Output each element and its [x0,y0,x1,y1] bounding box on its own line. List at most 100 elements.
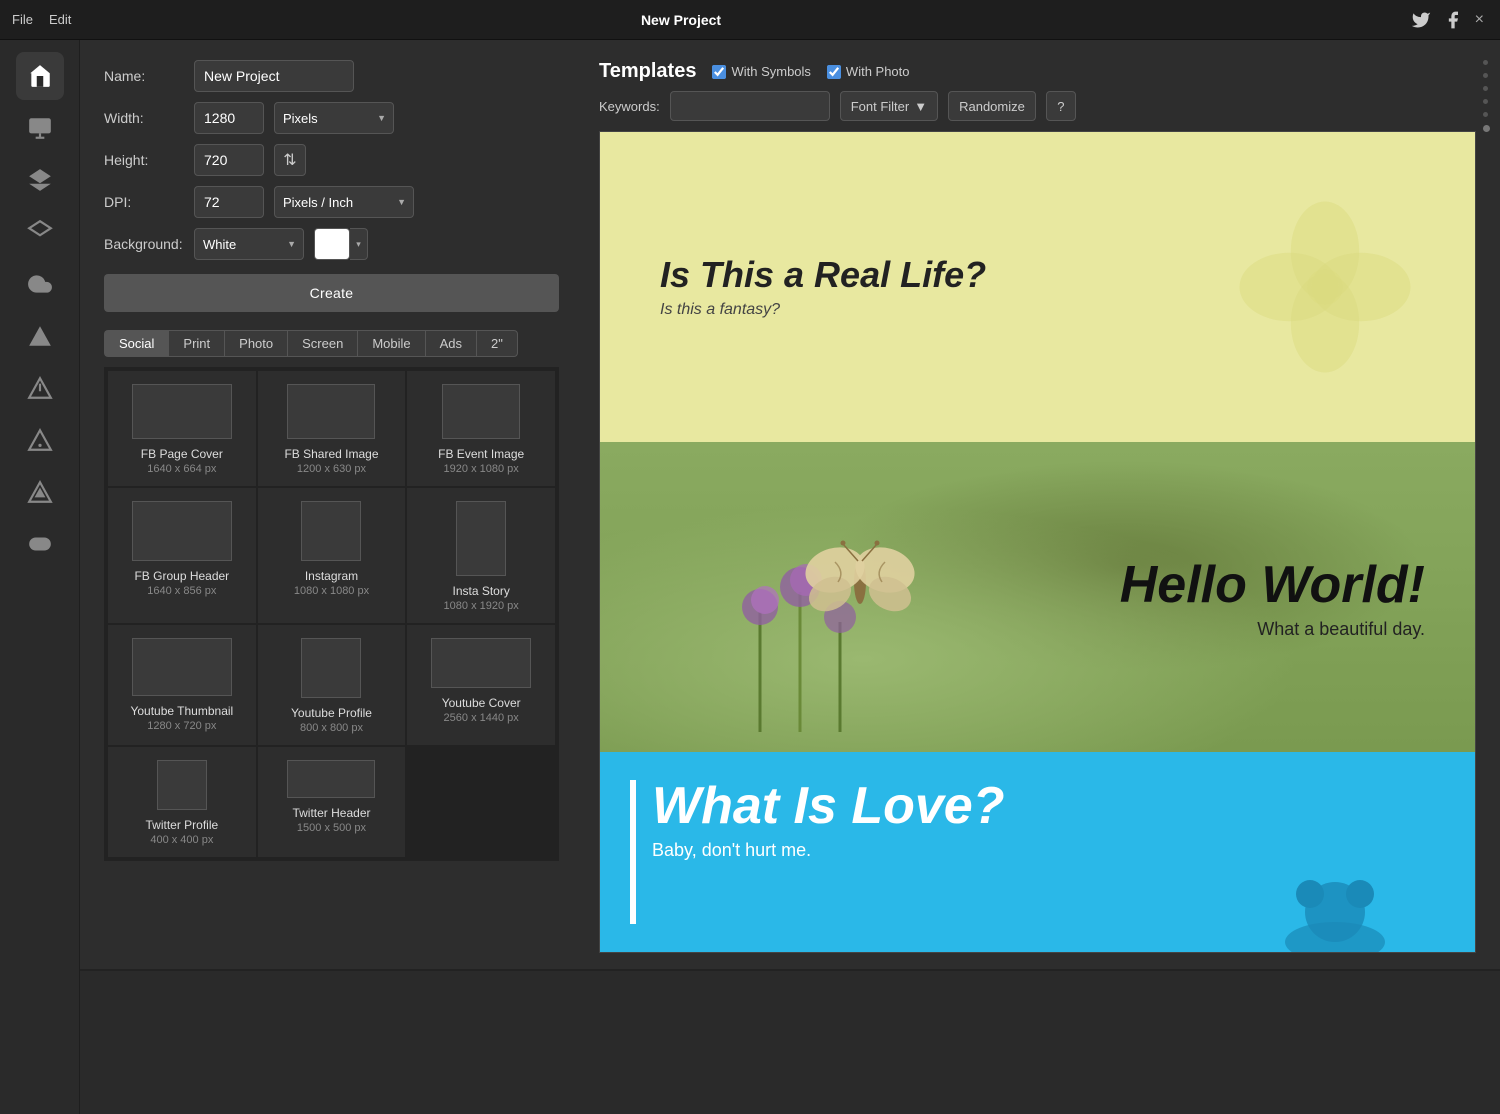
twitter-icon[interactable] [1411,10,1431,30]
tab-2in[interactable]: 2" [476,330,518,357]
preset-item[interactable]: Instagram 1080 x 1080 px [258,488,406,623]
sidebar-item-delta2[interactable] [16,364,64,412]
main-layout: Name: Width: Pixels Inches cm mm [0,40,1500,1114]
preset-grid: FB Page Cover1640 x 664 pxFB Shared Imag… [104,367,559,861]
template-card-1[interactable]: Is This a Real Life? Is this a fantasy? [600,132,1475,442]
preset-thumbnail [287,760,375,798]
template-card-3[interactable]: What Is Love? Baby, don't hurt me. [600,752,1475,952]
preset-item[interactable]: Youtube Thumbnail1280 x 720 px [108,625,256,745]
preset-thumbnail [132,501,232,561]
template-1-text: Is This a Real Life? Is this a fantasy? [660,255,986,319]
preset-size: 1640 x 664 px [147,463,216,475]
template-1-symbol [1235,197,1415,377]
tab-photo[interactable]: Photo [224,330,287,357]
sidebar-item-monitor[interactable] [16,104,64,152]
swap-dimensions-button[interactable]: ⇅ [274,144,306,176]
preset-item[interactable]: FB Group Header1640 x 856 px [108,488,256,623]
background-label: Background: [104,236,184,252]
preset-name: FB Event Image [438,447,524,461]
tab-screen[interactable]: Screen [287,330,357,357]
background-select[interactable]: White Black Transparent Custom [194,228,304,260]
with-photo-label[interactable]: With Photo [827,64,910,79]
template-3-subtitle: Baby, don't hurt me. [652,840,1004,861]
height-label: Height: [104,152,184,168]
preset-size: 1200 x 630 px [297,463,366,475]
sidebar-item-cloud[interactable] [16,260,64,308]
dpi-input[interactable] [194,186,264,218]
template-3-title: What Is Love? [652,780,1004,832]
create-button[interactable]: Create [104,274,559,312]
name-label: Name: [104,68,184,84]
tab-ads[interactable]: Ads [425,330,476,357]
preset-item[interactable]: FB Shared Image 1200 x 630 px [258,371,406,486]
sidebar-item-layers-alt[interactable] [16,156,64,204]
template-card-2[interactable]: Hello World! What a beautiful day. [600,442,1475,752]
preset-item[interactable]: Twitter Profile400 x 400 px [108,747,256,857]
facebook-icon[interactable] [1443,10,1463,30]
preset-thumbnail [301,501,361,561]
randomize-button[interactable]: Randomize [948,91,1036,121]
tab-social[interactable]: Social [104,330,168,357]
tab-print[interactable]: Print [168,330,224,357]
butterfly-svg [680,492,980,732]
preset-name: Youtube Profile [291,706,372,720]
preset-item[interactable]: Youtube Cover2560 x 1440 px [407,625,555,745]
template-2-title: Hello World! [1120,555,1425,615]
width-input[interactable] [194,102,264,134]
color-picker-row: ▾ [314,228,368,260]
preset-thumbnail [442,384,520,439]
sidebar-item-delta4[interactable] [16,468,64,516]
color-arrow[interactable]: ▾ [350,228,368,260]
background-row: Background: White Black Transparent Cust… [104,228,559,260]
dpi-unit-wrapper: Pixels / Inch Pixels / cm [274,186,414,218]
width-label: Width: [104,110,184,126]
sidebar-item-delta3[interactable] [16,416,64,464]
preset-item[interactable]: Youtube Profile800 x 800 px [258,625,406,745]
keywords-input[interactable] [670,91,830,121]
sidebar [0,40,80,1114]
tab-mobile[interactable]: Mobile [357,330,424,357]
close-button[interactable]: × [1475,11,1484,29]
preset-thumbnail [287,384,375,439]
preset-name: FB Shared Image [284,447,378,461]
dpi-unit-select[interactable]: Pixels / Inch Pixels / cm [274,186,414,218]
with-symbols-checkbox[interactable] [712,65,726,79]
template-1-subtitle: Is this a fantasy? [660,301,986,319]
filter-icon: ▼ [914,99,927,114]
preset-size: 1080 x 1080 px [294,585,369,597]
project-form: Name: Width: Pixels Inches cm mm [80,40,1500,971]
sidebar-item-layers[interactable] [16,208,64,256]
keywords-label: Keywords: [599,99,660,114]
preset-tabs: Social Print Photo Screen Mobile Ads 2" [104,330,559,357]
dpi-label: DPI: [104,194,184,210]
height-input[interactable] [194,144,264,176]
keywords-row: Keywords: Font Filter ▼ Randomize ? [599,91,1476,121]
preset-name: Youtube Cover [442,696,521,710]
pixels-select[interactable]: Pixels Inches cm mm [274,102,394,134]
preset-item[interactable]: Insta Story1080 x 1920 px [407,488,555,623]
background-select-wrapper: White Black Transparent Custom [194,228,304,260]
color-swatch[interactable] [314,228,350,260]
name-input[interactable] [194,60,354,92]
width-row: Width: Pixels Inches cm mm [104,102,559,134]
preset-name: Instagram [305,569,358,583]
preset-size: 1640 x 856 px [147,585,216,597]
preset-item[interactable]: FB Event Image1920 x 1080 px [407,371,555,486]
preset-thumbnail [132,638,232,696]
help-button[interactable]: ? [1046,91,1076,121]
templates-title: Templates [599,60,696,83]
sidebar-item-delta1[interactable] [16,312,64,360]
with-symbols-label[interactable]: With Symbols [712,64,810,79]
font-filter-button[interactable]: Font Filter ▼ [840,91,938,121]
preset-name: Insta Story [452,584,509,598]
preset-thumbnail [456,501,506,576]
sidebar-item-home[interactable] [16,52,64,100]
with-photo-checkbox[interactable] [827,65,841,79]
preset-item[interactable]: FB Page Cover1640 x 664 px [108,371,256,486]
template-2-text: Hello World! What a beautiful day. [1120,555,1425,640]
template-2-subtitle: What a beautiful day. [1120,619,1425,640]
sidebar-item-gamepad[interactable] [16,520,64,568]
preset-item[interactable]: Twitter Header1500 x 500 px [258,747,406,857]
pixels-select-wrapper: Pixels Inches cm mm [274,102,394,134]
preset-name: Youtube Thumbnail [130,704,233,718]
